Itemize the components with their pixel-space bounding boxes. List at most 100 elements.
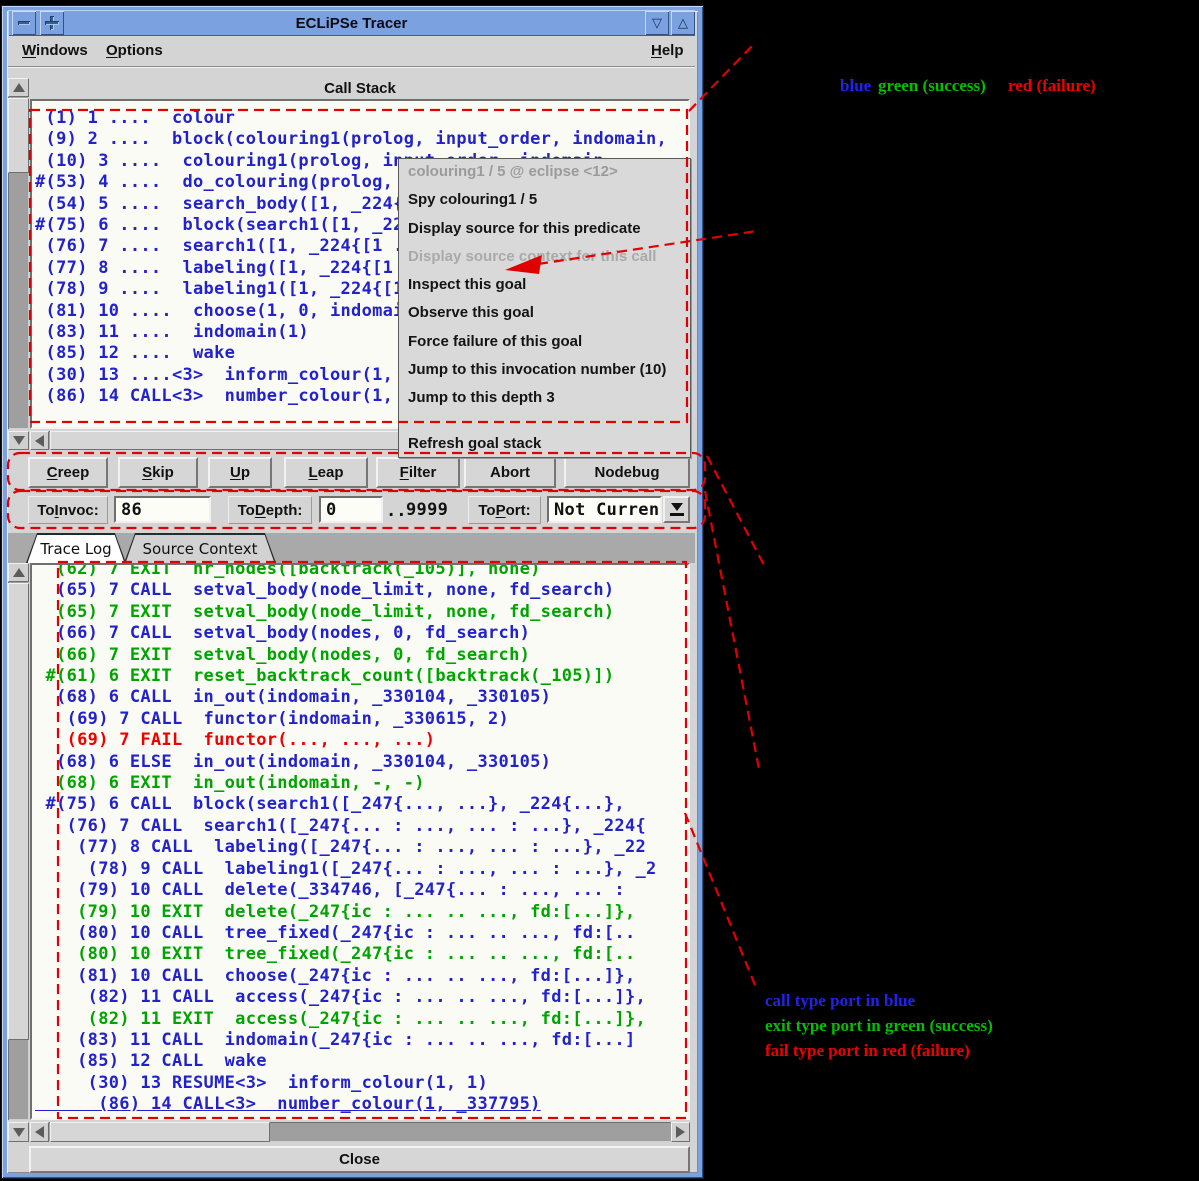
window-iconify-button[interactable]: ▽: [645, 11, 669, 35]
hscroll-thumb[interactable]: [50, 1122, 270, 1142]
call-stack-line[interactable]: (9) 2 .... block(colouring1(prolog, inpu…: [35, 129, 688, 150]
trace-line: (62) 7 EXIT nr_nodes([backtrack(_105)], …: [35, 563, 688, 580]
trace-line: (68) 6 CALL in_out(indomain, _330104, _3…: [35, 687, 688, 708]
tab-trace-log[interactable]: Trace Log: [26, 533, 126, 563]
to-port-label: To Port:: [468, 496, 541, 524]
creep-button[interactable]: Creep: [28, 457, 108, 488]
trace-line: (30) 13 RESUME<3> inform_colour(1, 1): [35, 1073, 688, 1094]
menu-item[interactable]: Force failure of this goal: [399, 333, 690, 361]
to-depth-label: To Depth:: [228, 496, 312, 524]
trace-line: #(75) 6 CALL block(search1([_247{..., ..…: [35, 794, 688, 815]
trace-line: (66) 7 EXIT setval_body(nodes, 0, fd_sea…: [35, 645, 688, 666]
trace-line: (86) 14 CALL<3> number_colour(1, _337795…: [35, 1094, 688, 1115]
depth-to-input[interactable]: 9999: [401, 496, 451, 523]
context-menu-items: Spy colouring1 / 5Display source for thi…: [399, 191, 690, 417]
tab-label: Trace Log: [28, 535, 125, 564]
leap-button[interactable]: Leap: [284, 457, 368, 488]
trace-line: (68) 6 EXIT in_out(indomain, -, -): [35, 773, 688, 794]
trace-line: (85) 12 CALL wake: [35, 1051, 688, 1072]
trace-vscrollbar[interactable]: [8, 563, 29, 1120]
window-stick-button[interactable]: [40, 11, 64, 35]
context-menu: colouring1 / 5 @ eclipse <12> Spy colour…: [398, 158, 691, 458]
trace-line: (83) 11 CALL indomain(_247{ic : ... .. .…: [35, 1030, 688, 1051]
menu-item-refresh-goal-stack[interactable]: Refresh goal stack: [399, 435, 690, 463]
screenshot-root: { "window": { "title": "ECLiPSe Tracer" …: [0, 0, 1199, 1181]
trace-line: (79) 10 CALL delete(_334746, [_247{... :…: [35, 880, 688, 901]
up-button[interactable]: Up: [208, 457, 272, 488]
tab-source-context[interactable]: Source Context: [124, 533, 276, 563]
scroll-right-arrow[interactable]: [671, 1122, 690, 1142]
port-dropdown-button[interactable]: [663, 496, 690, 523]
window-title: ECLiPSe Tracer: [296, 15, 408, 32]
depth-from-input[interactable]: 0: [319, 496, 383, 523]
trace-line: (81) 10 CALL choose(_247{ic : ... .. ...…: [35, 966, 688, 987]
trace-line: (76) 7 CALL search1([_247{... : ..., ...…: [35, 816, 688, 837]
call-stack-title: Call Stack: [30, 80, 690, 97]
legend-bottom: call type port in blueexit type port in …: [765, 988, 993, 1063]
window-menu-button[interactable]: [12, 11, 36, 35]
trace-line: #(61) 6 EXIT reset_backtrack_count([back…: [35, 666, 688, 687]
menu-item[interactable]: Spy colouring1 / 5: [399, 191, 690, 219]
scroll-left-arrow[interactable]: [30, 1122, 49, 1142]
triangle-left-icon: [35, 435, 44, 447]
menu-options[interactable]: Options: [106, 42, 163, 59]
scroll-down-arrow[interactable]: [8, 431, 29, 450]
trace-line: (80) 10 CALL tree_fixed(_247{ic : ... ..…: [35, 923, 688, 944]
legend-entry: fail type port in red (failure): [765, 1038, 993, 1063]
vscroll-thumb[interactable]: [8, 583, 29, 1040]
menu-help[interactable]: Help: [651, 42, 684, 59]
triangle-right-icon: [676, 1126, 685, 1138]
menu-windows[interactable]: Windows: [22, 42, 88, 59]
legend-entry: blue: [840, 76, 871, 96]
trace-line: (66) 7 CALL setval_body(nodes, 0, fd_sea…: [35, 623, 688, 644]
close-button[interactable]: Close: [29, 1146, 690, 1173]
call-stack-vscrollbar[interactable]: [8, 78, 29, 429]
triangle-up-icon: △: [678, 16, 688, 31]
call-stack-line[interactable]: (1) 1 .... colour: [35, 108, 688, 129]
menubar-separator: [8, 66, 695, 68]
scroll-left-arrow[interactable]: [30, 431, 49, 450]
trace-line: (80) 10 EXIT tree_fixed(_247{ic : ... ..…: [35, 944, 688, 965]
trace-line: (82) 11 EXIT access(_247{ic : ... .. ...…: [35, 1009, 688, 1030]
trace-line: (69) 7 CALL functor(indomain, _330615, 2…: [35, 709, 688, 730]
dropdown-arrow-icon: [670, 503, 684, 516]
trace-line: (78) 9 CALL labeling1([_247{... : ..., .…: [35, 859, 688, 880]
triangle-down-icon: ▽: [652, 16, 662, 31]
legend-entry: green (success): [878, 76, 986, 96]
trace-line: (69) 7 FAIL functor(..., ..., ...): [35, 730, 688, 751]
trace-line: (77) 8 CALL labeling([_247{... : ..., ..…: [35, 837, 688, 858]
callout-line-buttons: [707, 456, 764, 565]
to-invoc-input[interactable]: 86: [114, 496, 211, 523]
trace-hscrollbar[interactable]: [30, 1122, 690, 1142]
titlebar[interactable]: ECLiPSe Tracer: [8, 10, 695, 36]
legend-entry: exit type port in green (success): [765, 1013, 993, 1038]
scroll-up-arrow[interactable]: [8, 78, 29, 97]
menu-item[interactable]: Inspect this goal: [399, 276, 690, 304]
skip-button[interactable]: Skip: [118, 457, 198, 488]
triangle-down-icon: [13, 1128, 25, 1137]
trace-line: (82) 11 CALL access(_247{ic : ... .. ...…: [35, 987, 688, 1008]
legend-entry: call type port in blue: [765, 988, 993, 1013]
trace-line: (79) 10 EXIT delete(_247{ic : ... .. ...…: [35, 902, 688, 923]
menu-item[interactable]: Jump to this depth 3: [399, 389, 690, 417]
plus-icon: [45, 16, 59, 30]
window-maximize-button[interactable]: △: [671, 11, 695, 35]
trace-log-lines: (62) 7 EXIT nr_nodes([backtrack(_105)], …: [32, 563, 688, 1116]
scroll-down-arrow[interactable]: [8, 1122, 29, 1142]
menu-item: Display source context for this call: [399, 248, 690, 276]
menu-item[interactable]: Jump to this invocation number (10): [399, 361, 690, 389]
menu-item[interactable]: Display source for this predicate: [399, 220, 690, 248]
trace-line: (68) 6 ELSE in_out(indomain, _330104, _3…: [35, 752, 688, 773]
triangle-up-icon: [13, 568, 25, 577]
triangle-up-icon: [13, 83, 25, 92]
tab-label: Source Context: [126, 535, 275, 564]
minus-icon: [18, 21, 30, 25]
vscroll-thumb[interactable]: [8, 98, 29, 173]
to-port-select[interactable]: Not Curren: [547, 496, 662, 523]
menu-item[interactable]: Observe this goal: [399, 304, 690, 332]
trace-log-panel: (62) 7 EXIT nr_nodes([backtrack(_105)], …: [30, 563, 690, 1120]
trace-line: (65) 7 EXIT setval_body(node_limit, none…: [35, 602, 688, 623]
context-menu-title: colouring1 / 5 @ eclipse <12>: [399, 163, 690, 191]
scroll-up-arrow[interactable]: [8, 563, 29, 582]
legend-entry: red (failure): [1008, 76, 1096, 96]
